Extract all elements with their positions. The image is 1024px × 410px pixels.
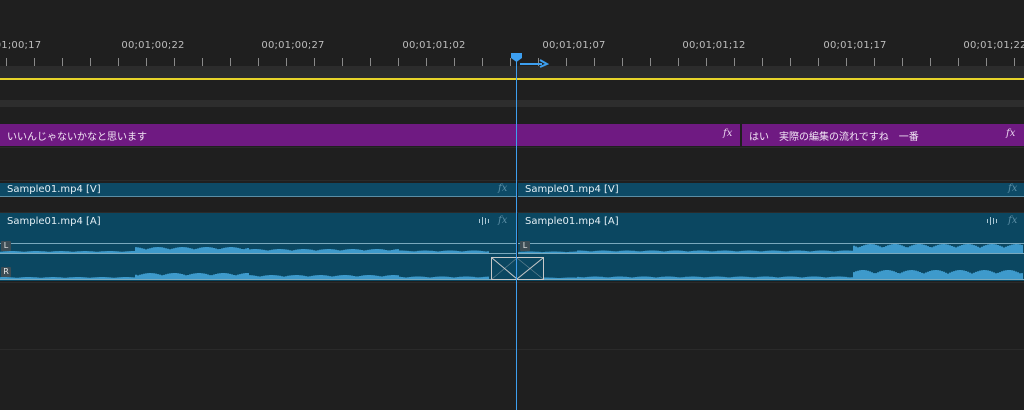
ruler-tick — [566, 58, 567, 66]
ruler-tick — [706, 58, 707, 66]
timecode-label: 00;01;01;07 — [542, 40, 606, 51]
track-divider — [0, 180, 1024, 181]
channel-left-badge: L — [520, 241, 530, 251]
ruler-tick — [482, 58, 483, 66]
audio-level-icon[interactable] — [986, 216, 1000, 226]
clip-name: Sample01.mp4 [A] — [525, 216, 619, 227]
fx-badge-icon[interactable]: fx — [1008, 215, 1017, 226]
waveform-channel — [0, 247, 489, 253]
cross-fade-transition[interactable] — [491, 257, 544, 280]
ruler-tick — [454, 58, 455, 66]
caption-text: いいんじゃないかなと思います — [7, 132, 147, 143]
ruler-tick — [286, 58, 287, 66]
fx-badge-icon[interactable]: fx — [723, 128, 732, 139]
ruler-tick — [174, 58, 175, 66]
timecode-label: 00;01;00;22 — [121, 40, 185, 51]
ruler-tick — [1014, 58, 1015, 66]
caption-text: はい 実際の編集の流れですね 一番 — [749, 132, 919, 143]
ruler-tick — [370, 58, 371, 66]
timecode-label: 00;01;00;27 — [261, 40, 325, 51]
ruler-tick — [146, 58, 147, 66]
ruler-tick — [6, 58, 7, 66]
video-clip[interactable]: Sample01.mp4 [V] fx — [0, 183, 516, 197]
track-divider — [0, 349, 1024, 350]
timecode-label: 00;01;01;17 — [823, 40, 887, 51]
ruler-tick — [118, 58, 119, 66]
audio-clip[interactable]: Sample01.mp4 [A] fx L R — [518, 213, 1024, 281]
waveform-channel — [0, 273, 489, 279]
ruler-tick — [846, 58, 847, 66]
timecode-label: 00;01;01;02 — [402, 40, 466, 51]
ruler-tick — [622, 58, 623, 66]
audio-clip[interactable]: Sample01.mp4 [A] fx L R — [0, 213, 516, 281]
fx-badge-icon[interactable]: fx — [1008, 183, 1017, 194]
ruler-tick — [594, 58, 595, 66]
audio-level-icon[interactable] — [478, 216, 492, 226]
ruler-tick — [342, 58, 343, 66]
video-clip[interactable]: Sample01.mp4 [V] fx — [518, 183, 1024, 197]
ruler-tick — [230, 58, 231, 66]
clip-name: Sample01.mp4 [V] — [7, 184, 101, 195]
timecode-label: 01;00;17 — [0, 40, 42, 51]
caption-clip[interactable]: いいんじゃないかなと思います fx — [0, 124, 740, 146]
ruler-tick — [426, 58, 427, 66]
channel-right-badge: R — [1, 267, 11, 277]
work-area-line — [0, 78, 1024, 80]
ruler-tick — [202, 58, 203, 66]
ruler-tick — [930, 58, 931, 66]
ruler-tick — [398, 58, 399, 66]
ruler-tick — [762, 58, 763, 66]
fx-badge-icon[interactable]: fx — [498, 215, 507, 226]
ruler-tick — [790, 58, 791, 66]
timecode-label: 00;01;01;12 — [682, 40, 746, 51]
fx-badge-icon[interactable]: fx — [498, 183, 507, 194]
ruler-tick — [34, 58, 35, 66]
timecode-label: 00;01;01;22 — [963, 40, 1024, 51]
ruler-tick — [902, 58, 903, 66]
ruler-tick — [818, 58, 819, 66]
ruler-tick — [986, 58, 987, 66]
ruler-tick — [62, 58, 63, 66]
playhead-drag-arrow-icon — [520, 59, 550, 68]
ruler-tick — [678, 58, 679, 66]
work-area-bar[interactable] — [0, 66, 1024, 78]
waveform-channel — [518, 244, 1023, 253]
ruler-tick — [958, 58, 959, 66]
fx-badge-icon[interactable]: fx — [1006, 128, 1015, 139]
channel-left-badge: L — [1, 241, 11, 251]
track-divider — [0, 282, 1024, 283]
empty-track-band — [0, 100, 1024, 107]
ruler-tick — [874, 58, 875, 66]
ruler-tick — [650, 58, 651, 66]
playhead-line[interactable] — [516, 58, 517, 410]
audio-waveform — [0, 247, 489, 279]
ruler-tick — [314, 58, 315, 66]
cross-fade-transition-icon — [491, 257, 544, 280]
clip-name: Sample01.mp4 [V] — [525, 184, 619, 195]
ruler-tick — [90, 58, 91, 66]
audio-waveform — [518, 244, 1023, 279]
ruler-tick — [258, 58, 259, 66]
caption-clip[interactable]: はい 実際の編集の流れですね 一番 fx — [742, 124, 1024, 146]
clip-name: Sample01.mp4 [A] — [7, 216, 101, 227]
track-divider — [0, 147, 1024, 148]
ruler-tick — [734, 58, 735, 66]
waveform-channel — [518, 270, 1023, 279]
